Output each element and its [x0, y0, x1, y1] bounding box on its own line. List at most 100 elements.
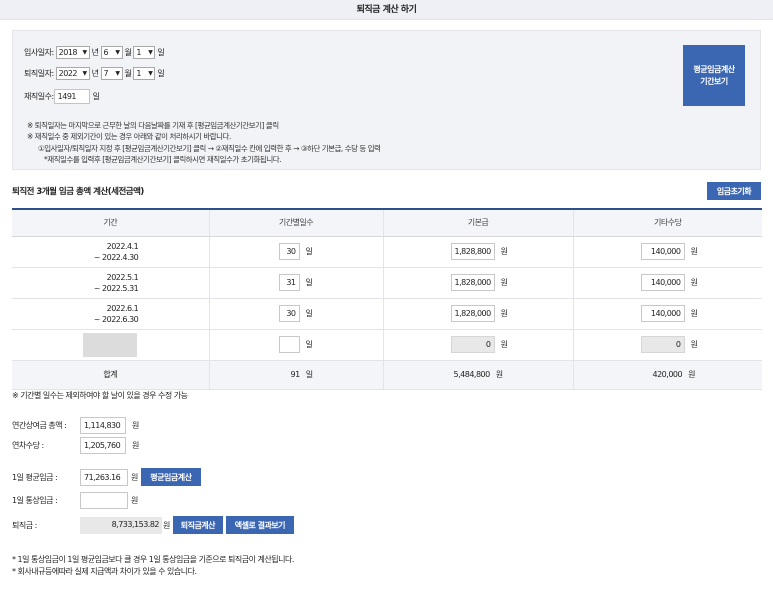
leave-date-row: 퇴직일자: 2022 ▼ 년 7 ▼ 월 1 ▼ 일 [24, 67, 165, 80]
page-title: 퇴직금 계산 하기 [0, 0, 773, 20]
won-unit: 원 [500, 278, 508, 287]
won-unit: 원 [500, 340, 508, 349]
tenure-row: 재직일수: 1491 일 [24, 89, 100, 104]
table-row: 일 0원 0원 [12, 329, 762, 361]
base-pay-input[interactable]: 1,828,000 [450, 305, 495, 322]
join-date-row: 입사일자: 2018 ▼ 년 6 ▼ 월 1 ▼ 일 [24, 46, 165, 59]
leave-year-select[interactable]: 2022 ▼ [55, 67, 90, 80]
annual-leave-row: 연차수당 : 1,205,760 원 [12, 437, 139, 454]
won-unit: 원 [132, 441, 139, 450]
table-row: 2022.4.1 ~ 2022.4.30 30 일 1,828,800 원 140,0… [12, 236, 762, 268]
extra-pay-input[interactable]: 140,000 [640, 243, 685, 260]
avg-wage-label: 1일 평균임금 : [12, 472, 58, 482]
year-unit: 년 [91, 48, 99, 57]
won-unit: 원 [690, 247, 698, 256]
days-input[interactable] [278, 336, 300, 353]
leave-month-select[interactable]: 7 ▼ [100, 67, 123, 80]
base-pay-input: 0 [450, 336, 495, 353]
annual-bonus-input[interactable]: 1,114,830 [80, 417, 126, 434]
chevron-down-icon: ▼ [115, 70, 120, 77]
sum-extra: 420,000 [652, 370, 683, 379]
won-unit: 원 [688, 370, 695, 379]
days-input[interactable]: 30 [278, 243, 300, 260]
won-unit: 원 [500, 309, 508, 318]
normal-wage-row: 1일 통상임금 : 원 [12, 492, 138, 509]
sum-base: 5,484,800 [453, 370, 491, 379]
day-unit: 일 [305, 370, 313, 379]
won-unit: 원 [131, 496, 138, 505]
won-unit: 원 [163, 520, 170, 530]
chevron-down-icon: ▼ [82, 70, 88, 77]
won-unit: 원 [500, 247, 508, 256]
tenure-unit: 일 [92, 92, 100, 101]
year-unit: 년 [91, 69, 99, 78]
join-month-select[interactable]: 6 ▼ [100, 46, 123, 59]
excel-result-button[interactable]: 엑셀로 결과보기 [225, 516, 294, 534]
day-unit: 일 [157, 48, 165, 57]
severance-calc-button[interactable]: 퇴직금계산 [172, 516, 223, 534]
column-header-period: 기간 [12, 208, 209, 237]
chevron-down-icon: ▼ [82, 49, 88, 56]
note-line: ※ 재직일수 중 제외기간이 있는 경우 아래와 같이 처리하시기 바랍니다. [27, 132, 231, 141]
chevron-down-icon: ▼ [148, 70, 153, 77]
join-day-select[interactable]: 1 ▼ [133, 46, 156, 59]
join-date-label: 입사일자: [24, 48, 54, 57]
table-row: 2022.6.1 ~ 2022.6.30 30 일 1,828,000 원 140,0… [12, 298, 762, 330]
normal-wage-label: 1일 통상임금 : [12, 496, 58, 505]
annual-leave-label: 연차수당 : [12, 441, 44, 450]
footnote: * 회사내규등에따라 실제 지급액과 차이가 있을 수 있습니다. [12, 567, 197, 576]
period-cell-empty [83, 332, 138, 357]
table-row: 2022.5.1 ~ 2022.5.31 31 일 1,828,000 원 140,0… [12, 267, 762, 299]
day-unit: 일 [305, 309, 313, 318]
sum-label: 합계 [103, 370, 118, 379]
normal-wage-input[interactable] [80, 492, 128, 509]
won-unit: 원 [132, 421, 139, 430]
chevron-down-icon: ▼ [115, 49, 120, 56]
days-input[interactable]: 30 [278, 305, 300, 322]
leave-day-select[interactable]: 1 ▼ [133, 67, 156, 80]
base-pay-input[interactable]: 1,828,800 [450, 243, 495, 260]
day-unit: 일 [305, 278, 313, 287]
severance-label: 퇴직금 : [12, 520, 37, 530]
join-year-select[interactable]: 2018 ▼ [55, 46, 90, 59]
note-line: ①입사일자/퇴직일자 지정 후 [평균임금계산기간보기] 클릭 → ②재직일수 … [38, 144, 381, 153]
severance-row: 퇴직금 : 8,733,153.82 원 퇴직금계산 엑셀로 결과보기 [12, 516, 294, 534]
annual-leave-input[interactable]: 1,205,760 [80, 437, 126, 454]
won-unit: 원 [690, 278, 698, 287]
avg-wage-input[interactable]: 71,263.16 [80, 468, 128, 486]
avg-wage-row: 1일 평균임금 : 71,263.16 원 평균임금계산 [12, 468, 201, 486]
period-cell: 2022.6.1 ~ 2022.6.30 [93, 303, 139, 324]
days-edit-note: ※ 기간별 일수는 제외하여야 할 날이 있을 경우 수정 가능 [12, 391, 188, 400]
extra-pay-input[interactable]: 140,000 [640, 274, 685, 291]
wage-section-title: 퇴직전 3개월 임금 총액 계산(세전금액) [12, 187, 144, 197]
month-unit: 월 [124, 48, 132, 57]
month-unit: 월 [124, 69, 132, 78]
tenure-label: 재직일수: [24, 92, 54, 101]
base-pay-input[interactable]: 1,828,000 [450, 274, 495, 291]
avg-wage-calc-button[interactable]: 평균임금계산 [140, 468, 201, 486]
column-header-extra: 기타수당 [572, 208, 762, 237]
day-unit: 일 [157, 69, 165, 78]
won-unit: 원 [131, 472, 138, 482]
chevron-down-icon: ▼ [148, 49, 153, 56]
won-unit: 원 [690, 309, 698, 318]
column-header-base: 기본급 [382, 208, 573, 237]
leave-date-label: 퇴직일자: [24, 69, 54, 78]
period-cell: 2022.5.1 ~ 2022.5.31 [93, 272, 139, 293]
wage-reset-button[interactable]: 임금초기화 [707, 182, 761, 200]
extra-pay-input[interactable]: 140,000 [640, 305, 685, 322]
won-unit: 원 [495, 370, 503, 379]
tenure-input[interactable]: 1491 [53, 89, 90, 104]
footnote: * 1일 통상임금이 1일 평균임금보다 클 경우 1일 통상임금을 기준으로 … [12, 555, 294, 564]
note-line: *재직일수를 입력후 [평균임금계산기간보기] 클릭하시면 재직일수가 초기화됩… [44, 155, 282, 164]
column-header-days: 기간별일수 [208, 208, 383, 237]
avg-period-button[interactable]: 평균임금계산 기간보기 [683, 45, 745, 106]
sum-days: 91 [290, 370, 301, 379]
note-line: ※ 퇴직일자는 마지막으로 근무한 날의 다음날짜를 기재 후 [평균임금계산기… [27, 121, 279, 130]
annual-bonus-label: 연간상여금 총액 : [12, 421, 67, 430]
wage-table: 기간 기간별일수 기본급 기타수당 2022.4.1 ~ 2022.4.30 30… [12, 208, 762, 390]
annual-bonus-row: 연간상여금 총액 : 1,114,830 원 [12, 417, 139, 434]
period-cell: 2022.4.1 ~ 2022.4.30 [93, 241, 139, 262]
days-input[interactable]: 31 [278, 274, 300, 291]
day-unit: 일 [305, 247, 313, 256]
